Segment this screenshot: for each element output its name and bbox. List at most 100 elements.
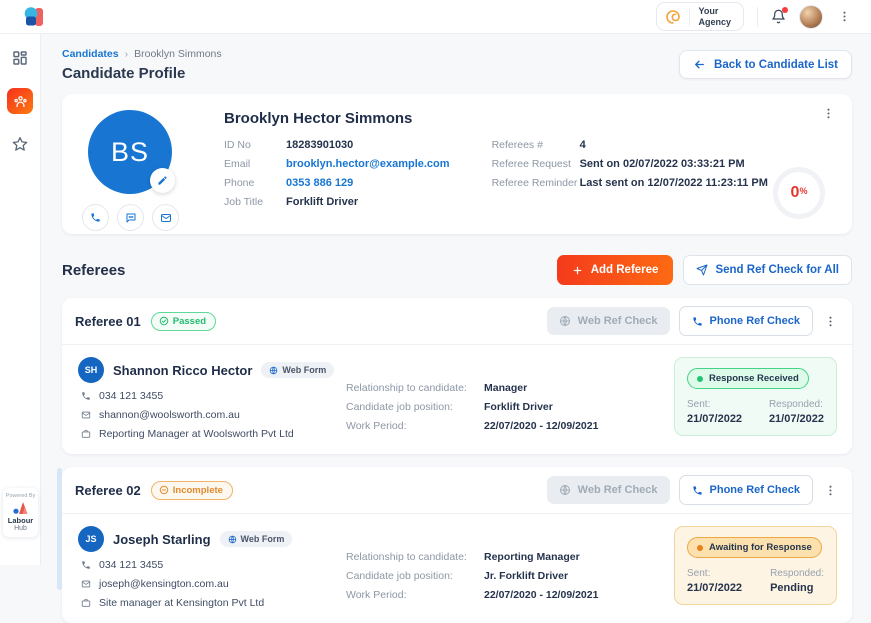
bell-icon[interactable] [771, 7, 788, 24]
minus-circle-icon [159, 485, 169, 495]
mail-icon [160, 213, 171, 222]
app-logo[interactable] [24, 6, 46, 28]
send-ref-check-all-button[interactable]: Send Ref Check for All [683, 255, 852, 285]
back-to-candidate-list-button[interactable]: Back to Candidate List [679, 50, 852, 79]
agency-switcher[interactable]: Your Agency [656, 1, 744, 32]
referee-2-sent: Sent: 21/07/2022 [687, 568, 743, 594]
field-id-no: ID No 18283901030 [224, 139, 354, 151]
breadcrumb-candidates-link[interactable]: Candidates [62, 48, 119, 60]
top-bar: Your Agency [0, 0, 871, 34]
completion-progress-ring: 0% [773, 167, 825, 219]
powered-by-card: Powered By Labour Hub [3, 488, 38, 537]
referee-1-response-status: Response Received [687, 368, 809, 389]
sms-button[interactable] [117, 204, 144, 231]
phone-icon [81, 391, 91, 401]
phone-ref-check-button[interactable]: Phone Ref Check [678, 306, 813, 336]
referee-2-kebab-icon[interactable] [822, 482, 839, 499]
phone-icon [81, 560, 91, 570]
breadcrumb-separator: › [124, 48, 129, 60]
referee-1-name: Shannon Ricco Hector [113, 362, 253, 378]
web-ref-check-button[interactable]: Web Ref Check [546, 476, 670, 504]
mail-icon [81, 410, 91, 420]
referee-2-avatar: JS [78, 526, 104, 552]
candidate-profile-card: BS Brooklyn Hector Simmons ID No 1828390… [62, 94, 852, 234]
add-referee-label: Add Referee [590, 264, 659, 276]
agency-logo-icon [665, 9, 681, 25]
web-ref-check-button[interactable]: Web Ref Check [546, 307, 670, 335]
chat-icon [126, 213, 135, 222]
avatar-block: BS [80, 110, 198, 231]
globe-icon [228, 535, 236, 543]
brand-name-bottom: Hub [14, 525, 27, 532]
referee-2-title: Referee 02 [75, 482, 141, 498]
phone-icon [692, 485, 703, 496]
sidebar-item-dashboard[interactable] [12, 50, 28, 66]
notification-dot [782, 7, 788, 13]
field-referees-count: Referees # 4 [491, 139, 586, 151]
main-content: Candidates › Brooklyn Simmons Candidate … [41, 34, 871, 623]
call-button[interactable] [82, 204, 109, 231]
edit-avatar-button[interactable] [150, 168, 175, 193]
candidate-avatar: BS [88, 110, 175, 194]
field-referee-request: Referee Request Sent on 02/07/2022 03:33… [491, 158, 745, 170]
referee-1-phone: 034 121 3455 [81, 390, 330, 402]
referee-1-email: shannon@woolsworth.com.au [81, 409, 330, 421]
sidebar-item-favorites[interactable] [12, 136, 28, 152]
referee-1-response-panel: Response Received Sent: 21/07/2022 Respo… [674, 357, 837, 436]
progress-unit: % [799, 186, 808, 196]
referee-card-2: Referee 02 Incomplete Web Ref Check Phon… [62, 467, 852, 623]
field-email: Email brooklyn.hector@example.com [224, 158, 450, 170]
referee-2-header: Referee 02 Incomplete Web Ref Check Phon… [62, 467, 852, 514]
labour-hub-logo [12, 502, 29, 514]
referee-2-name: Joseph Starling [113, 531, 211, 547]
referee-1-kebab-icon[interactable] [822, 313, 839, 330]
briefcase-icon [81, 598, 91, 608]
candidate-email-link[interactable]: brooklyn.hector@example.com [286, 158, 450, 170]
referee-2-body: JS Joseph Starling Web Form 034 121 3455 [62, 514, 852, 623]
email-button[interactable] [152, 204, 179, 231]
referee-2-details: Relationship to candidate: Reporting Man… [346, 551, 599, 601]
profile-kebab-icon[interactable] [820, 105, 837, 122]
phone-icon [692, 316, 703, 327]
referee-1-status-badge: Passed [150, 311, 217, 331]
referee-1-sent: Sent: 21/07/2022 [687, 399, 743, 425]
phone-ref-check-button[interactable]: Phone Ref Check [678, 475, 813, 505]
sidebar-item-candidates[interactable] [7, 88, 33, 114]
referee-2-company-role: Site manager at Kensington Pvt Ltd [81, 597, 330, 609]
sidebar: Powered By Labour Hub [0, 34, 41, 565]
divider [689, 7, 691, 26]
candidate-name: Brooklyn Hector Simmons [224, 110, 413, 127]
mail-icon [81, 579, 91, 589]
send-all-label: Send Ref Check for All [715, 264, 839, 276]
check-circle-icon [159, 316, 169, 326]
referee-2-status-badge: Incomplete [150, 480, 233, 500]
referee-2-response-status: Awaiting for Response [687, 537, 822, 558]
kebab-icon[interactable] [836, 8, 853, 25]
referees-title: Referees [62, 261, 126, 279]
back-button-label: Back to Candidate List [714, 58, 838, 71]
add-referee-button[interactable]: Add Referee [556, 255, 674, 285]
paper-plane-icon [696, 264, 708, 276]
scrollbar-thumb[interactable] [57, 468, 62, 590]
referee-1-responded: Responded: 21/07/2022 [768, 399, 824, 425]
referee-2-responded: Responded: Pending [770, 568, 824, 594]
arrow-left-icon [693, 58, 706, 71]
referee-2-phone: 034 121 3455 [81, 559, 330, 571]
powered-by-label: Powered By [5, 493, 36, 499]
profile-fields-right: Referees # 4 Referee Request Sent on 02/… [492, 139, 768, 215]
referee-2-email: joseph@kensington.com.au [81, 578, 330, 590]
user-avatar[interactable] [799, 4, 823, 29]
contact-actions [82, 204, 198, 231]
field-phone: Phone 0353 886 129 [224, 177, 354, 189]
candidate-phone-link[interactable]: 0353 886 129 [286, 177, 353, 189]
referee-1-title: Referee 01 [75, 313, 141, 329]
divider [757, 6, 758, 27]
status-dot [697, 544, 703, 551]
referee-1-company-role: Reporting Manager at Woolsworth Pvt Ltd [81, 428, 330, 440]
globe-icon [559, 484, 571, 496]
briefcase-icon [81, 429, 91, 439]
breadcrumb-current: Brooklyn Simmons [134, 48, 222, 60]
plus-icon [572, 265, 583, 276]
referees-section-header: Referees Add Referee Send Ref Check for … [62, 255, 852, 285]
globe-icon [270, 366, 278, 374]
